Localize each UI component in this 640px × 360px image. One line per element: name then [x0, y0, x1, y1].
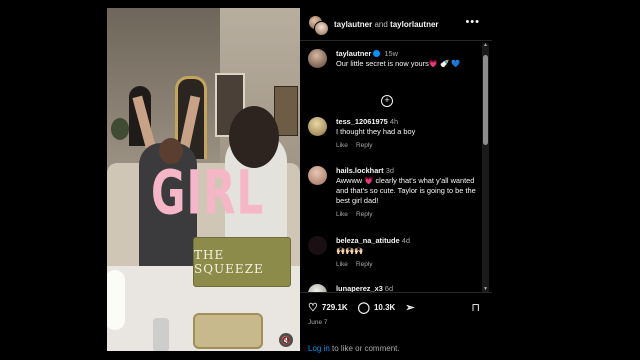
heart-icon[interactable]: ♡	[308, 301, 318, 314]
speaker-muted-icon[interactable]: 🔇	[279, 333, 293, 347]
post-date: June 7	[308, 319, 328, 326]
avatar[interactable]	[308, 236, 327, 255]
login-link[interactable]: Log in	[308, 344, 330, 353]
avatar[interactable]	[308, 117, 327, 136]
caption-text: Our little secret is now yours💗 🍼 💙	[336, 59, 461, 68]
comments-list[interactable]: taylautner 15w Our little secret is now …	[300, 41, 480, 293]
post-modal: THE SQUEEZE GIRL 🔇 taylautner and taylor…	[107, 8, 492, 353]
action-row: ♡ 729.1K ◯ 10.3K ➢	[308, 301, 419, 314]
login-prompt: Log in to like or comment.	[308, 344, 400, 353]
comment-time: 3d	[385, 166, 394, 175]
like-link[interactable]: Like	[336, 261, 348, 268]
coauthor-link[interactable]: taylorlautner	[390, 20, 438, 29]
verified-badge-icon	[373, 50, 381, 57]
author-link[interactable]: taylautner	[334, 20, 372, 29]
comment-time: 4d	[401, 236, 410, 245]
plant	[111, 118, 129, 140]
remote	[153, 318, 169, 351]
like-link[interactable]: Like	[336, 142, 348, 149]
scrollbar-thumb[interactable]	[483, 55, 488, 145]
tray	[193, 313, 263, 349]
comment-text: Awwww 💗 clearly that's what y'all wanted…	[336, 176, 476, 205]
post-header: taylautner and taylorlautner •••	[300, 8, 492, 41]
comment-username[interactable]: tess_12061975	[336, 117, 388, 126]
comment-icon[interactable]: ◯	[358, 301, 370, 314]
like-link[interactable]: Like	[336, 211, 348, 218]
scroll-up-icon[interactable]: ▲	[482, 42, 489, 48]
laptop: THE SQUEEZE	[193, 237, 291, 287]
laptop-text: THE SQUEEZE	[194, 248, 264, 276]
caption-time: 15w	[384, 49, 398, 58]
avatar[interactable]	[308, 166, 327, 185]
post-video[interactable]: THE SQUEEZE GIRL 🔇	[107, 8, 300, 351]
post-actions: ♡ 729.1K ◯ 10.3K ➢ ⊓ June 7 Log in to li…	[300, 292, 492, 353]
comment-count: 10.3K	[373, 303, 396, 312]
avatar	[314, 21, 329, 36]
like-count: 729.1K	[321, 303, 348, 312]
collab-names: taylautner and taylorlautner	[334, 20, 439, 29]
reply-link[interactable]: Reply	[356, 142, 373, 149]
comment-time: 4h	[389, 117, 399, 126]
share-icon[interactable]: ➢	[405, 301, 414, 314]
plus-circle-icon[interactable]: +	[381, 95, 393, 107]
and-text: and	[374, 19, 388, 29]
more-horizontal-icon[interactable]: •••	[465, 16, 480, 28]
overlay-text: GIRL	[151, 156, 265, 229]
caption-username[interactable]: taylautner	[336, 49, 371, 58]
post-side-panel: taylautner and taylorlautner ••• taylaut…	[300, 8, 492, 353]
comment-text: I thought they had a boy	[336, 127, 416, 136]
comment-username[interactable]: hails.lockhart	[336, 166, 384, 175]
lamp	[107, 270, 125, 330]
reply-link[interactable]: Reply	[356, 261, 373, 268]
reply-link[interactable]: Reply	[356, 211, 373, 218]
avatar[interactable]	[308, 49, 327, 68]
comment-username[interactable]: beleza_na_atitude	[336, 236, 400, 245]
bookmark-icon[interactable]: ⊓	[471, 301, 480, 314]
comment-text: 🙌🏻🙌🏻🙌🏻	[336, 246, 364, 255]
collab-avatars[interactable]	[308, 15, 329, 36]
login-text: to like or comment.	[329, 344, 400, 353]
